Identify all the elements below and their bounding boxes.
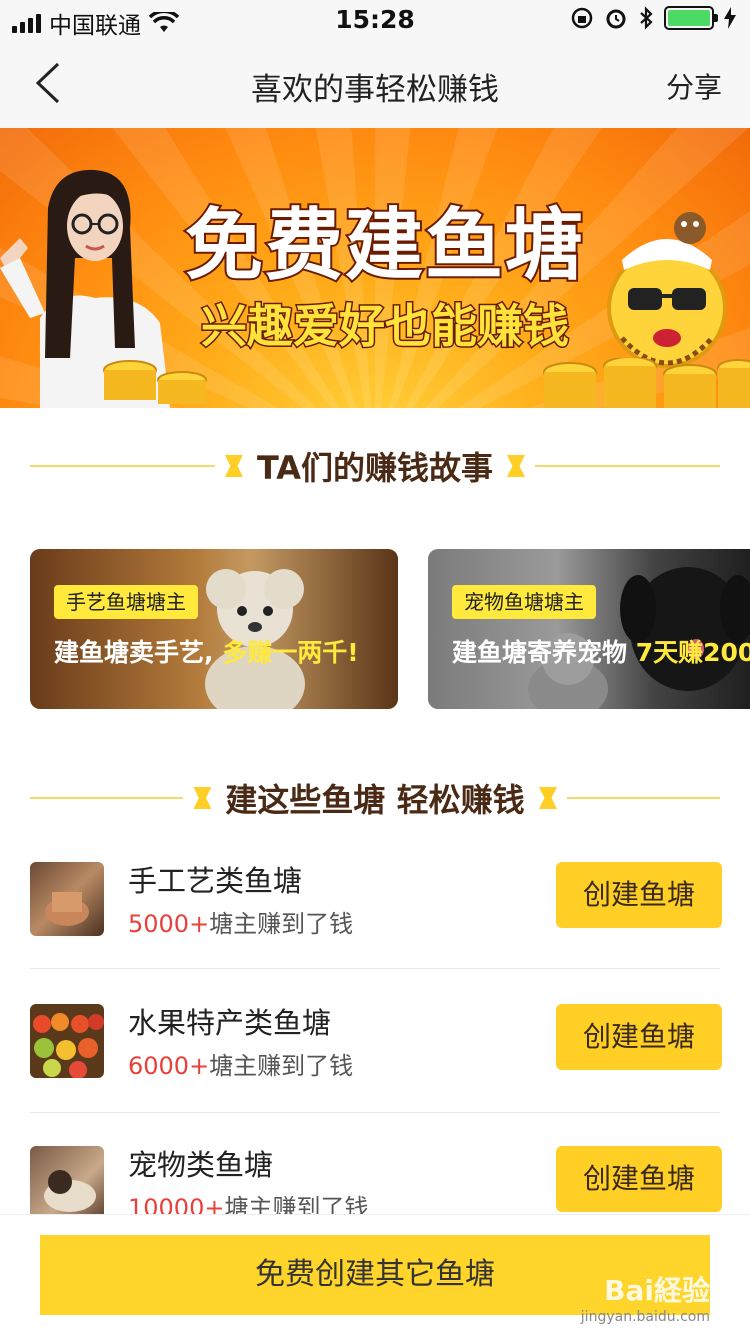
coin-stack-icon: [543, 358, 750, 408]
promo-banner[interactable]: 免费建鱼塘 兴趣爱好也能赚钱: [0, 128, 750, 408]
pond-count-suffix: 塘主赚到了钱: [209, 1052, 354, 1080]
story-card-pets[interactable]: 宠物鱼塘塘主 建鱼塘寄养宠物 7天赚200: [428, 549, 750, 709]
coin-stack-icon: [103, 360, 207, 404]
pond-name: 水果特产类鱼塘: [128, 1006, 332, 1040]
watermark-sub: jingyan.baidu.com: [580, 1309, 710, 1325]
battery-icon: [664, 6, 718, 30]
status-right: [570, 6, 736, 30]
divider-line: [566, 797, 720, 799]
story-card-crafts[interactable]: 手艺鱼塘塘主 建鱼塘卖手艺, 多赚一两千!: [30, 549, 398, 709]
divider: [30, 968, 720, 969]
story-text-highlight: 多赚一两千!: [222, 638, 359, 667]
stories-section-header: TA们的赚钱故事: [30, 446, 720, 487]
create-pond-button[interactable]: 创建鱼塘: [556, 1004, 722, 1070]
ribbon-icon: [193, 787, 212, 809]
ponds-section-header: 建这些鱼塘 轻松赚钱: [30, 778, 720, 819]
pottery-thumbnail: [30, 862, 104, 936]
divider-line: [30, 797, 184, 799]
pond-count-number: 6000+: [128, 1052, 210, 1080]
divider-line: [535, 465, 720, 467]
stories-section-title: TA们的赚钱故事: [256, 449, 494, 487]
ribbon-icon: [539, 787, 557, 809]
ribbon-icon: [224, 455, 243, 477]
pond-count-number: 5000+: [128, 910, 210, 938]
pond-name: 宠物类鱼塘: [128, 1148, 274, 1182]
bluetooth-icon: [640, 6, 653, 30]
story-text-main: 建鱼塘寄养宠物: [452, 638, 628, 667]
story-tag: 手艺鱼塘塘主: [54, 585, 198, 619]
status-bar: 中国联通 15:28: [0, 0, 750, 40]
list-item: 手工艺类鱼塘 5000+塘主赚到了钱 创建鱼塘: [30, 852, 722, 962]
story-text-main: 建鱼塘卖手艺,: [54, 638, 214, 667]
baidu-watermark: Bai経验 jingyan.baidu.com: [581, 1269, 710, 1325]
banner-subtitle: 兴趣爱好也能赚钱: [200, 298, 571, 355]
pet-thumbnail: [30, 1146, 104, 1220]
plush-dog-image: [205, 569, 305, 709]
pond-count-suffix: 塘主赚到了钱: [209, 910, 354, 938]
create-pond-button[interactable]: 创建鱼塘: [556, 862, 722, 928]
story-text: 建鱼塘寄养宠物 7天赚200: [452, 633, 750, 669]
ribbon-icon: [507, 455, 525, 477]
pond-count: 5000+塘主赚到了钱: [128, 904, 353, 939]
bottom-bar: 免费创建其它鱼塘 Bai経验 jingyan.baidu.com: [0, 1214, 750, 1334]
divider-line: [30, 465, 215, 467]
alarm-icon: [606, 9, 626, 29]
share-button[interactable]: 分享: [666, 66, 722, 106]
create-pond-button[interactable]: 创建鱼塘: [556, 1146, 722, 1212]
list-item: 水果特产类鱼塘 6000+塘主赚到了钱 创建鱼塘: [30, 994, 722, 1104]
page-title: 喜欢的事轻松赚钱: [251, 72, 499, 108]
story-text-highlight: 7天赚200: [635, 638, 750, 667]
nav-bar: 喜欢的事轻松赚钱 分享: [0, 40, 750, 128]
story-text: 建鱼塘卖手艺, 多赚一两千!: [54, 633, 359, 669]
fruit-thumbnail: [30, 1004, 104, 1078]
banner-title: 免费建鱼塘: [183, 199, 585, 293]
story-tag: 宠物鱼塘塘主: [452, 585, 596, 619]
watermark-main: Bai経验: [604, 1274, 710, 1307]
ponds-section-title: 建这些鱼塘 轻松赚钱: [225, 781, 525, 819]
pond-name: 手工艺类鱼塘: [128, 864, 303, 898]
divider: [30, 1112, 720, 1113]
pond-count: 6000+塘主赚到了钱: [128, 1046, 353, 1081]
charging-icon: [724, 7, 736, 29]
pets-image: [528, 567, 750, 709]
rotation-lock-icon: [571, 7, 593, 29]
